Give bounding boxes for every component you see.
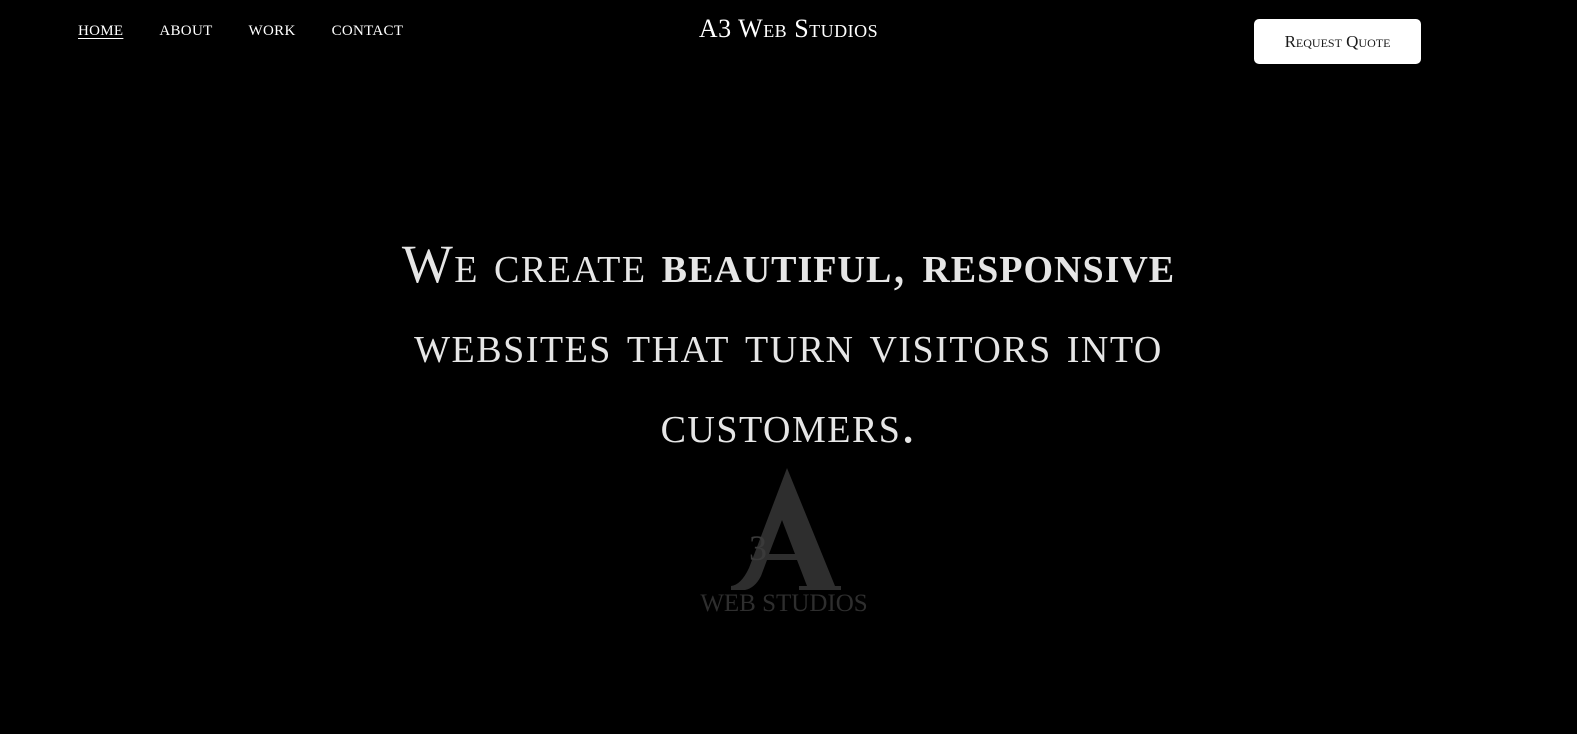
logo-letter-a-shape xyxy=(731,468,841,590)
hero-bold-responsive: responsive xyxy=(922,234,1176,294)
hero-headline: We create beautiful, responsive websites… xyxy=(0,224,1577,464)
hero-line-1: We create beautiful, responsive xyxy=(0,224,1577,304)
logo-number: 3 xyxy=(749,528,767,568)
hero-bold-beautiful: beautiful xyxy=(661,234,893,294)
hero-line-2: websites that turn visitors into xyxy=(414,314,1163,374)
logo-web-studios-text: WEB STUDIOS xyxy=(700,590,867,617)
site-title-text[interactable]: A3 Web Studios xyxy=(699,14,878,44)
a3-logo-watermark: 3 WEB STUDIOS xyxy=(700,468,868,617)
page: HOME ABOUT WORK CONTACT A3 Web Studios R… xyxy=(0,0,1577,734)
hero-line-1-comma: , xyxy=(892,234,923,294)
hero-line-3: customers. xyxy=(660,394,917,454)
hero-line-1-pre: We create xyxy=(401,234,662,294)
request-quote-button[interactable]: Request Quote xyxy=(1254,19,1421,64)
